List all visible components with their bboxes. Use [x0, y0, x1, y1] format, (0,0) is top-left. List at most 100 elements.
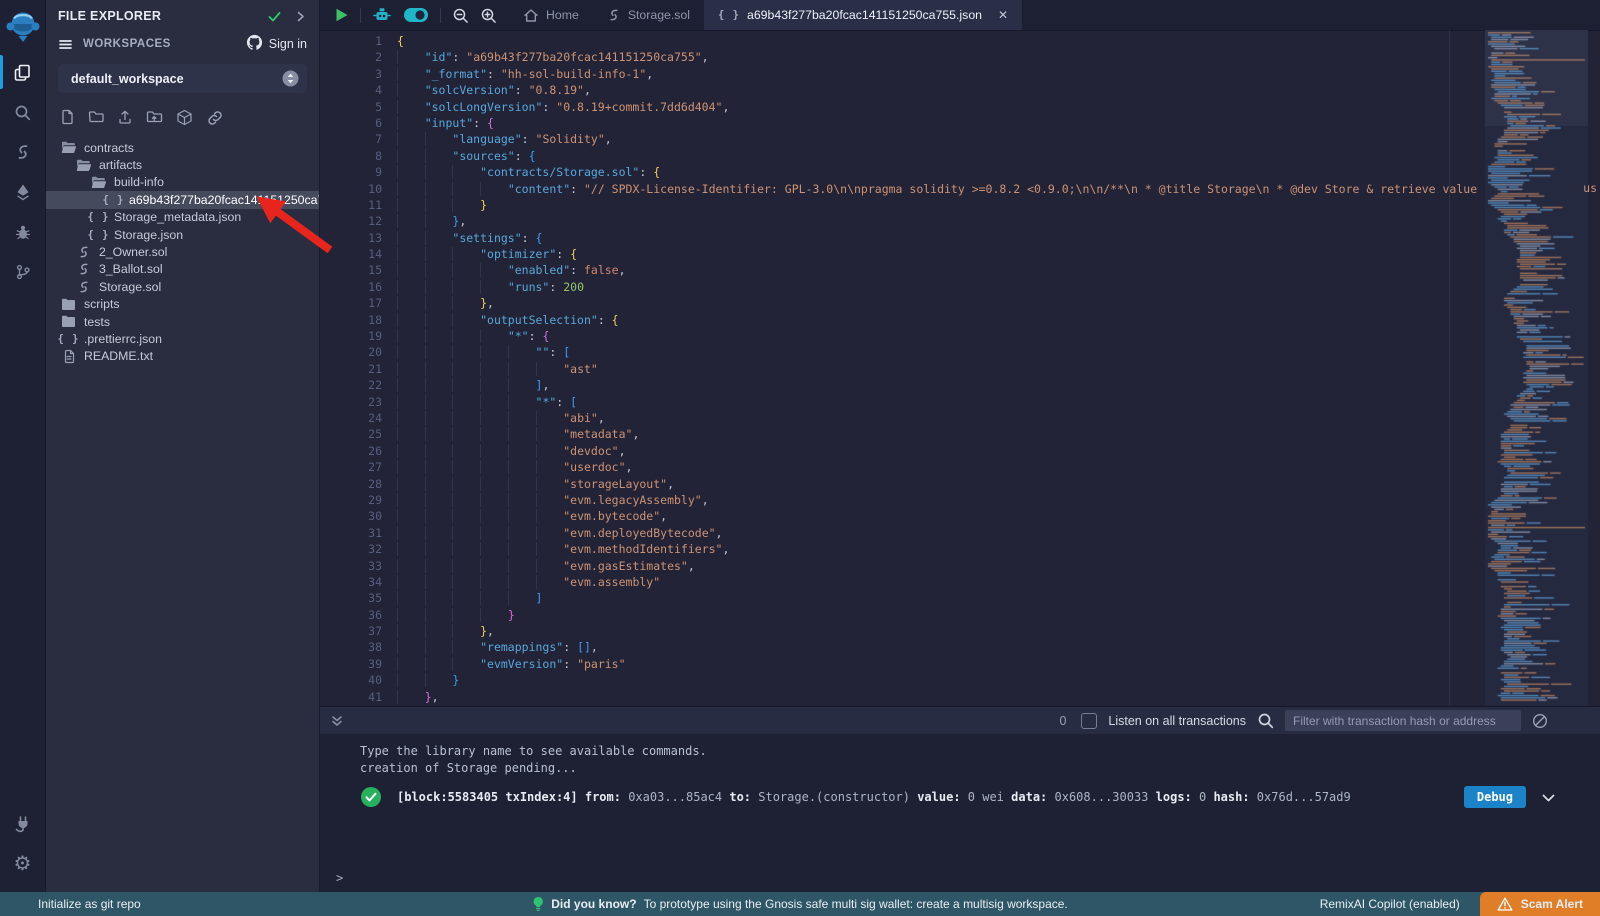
code-line-13: 13 "settings": {	[320, 230, 1600, 246]
tree-item-readme-txt[interactable]: README.txt	[46, 348, 319, 365]
code-line-1: 1{	[320, 33, 1600, 49]
code-line-38: 38 "remappings": [],	[320, 639, 1600, 655]
cube-icon	[176, 109, 193, 127]
activity-remix-logo[interactable]	[0, 4, 46, 52]
code-editor[interactable]: 1{2 "id": "a69b43f277ba20fcac141151250ca…	[320, 30, 1600, 706]
filter-input[interactable]	[1285, 710, 1521, 731]
tree-item-storage-sol[interactable]: Storage.sol	[46, 278, 319, 295]
activity-plugin-manager[interactable]	[0, 804, 46, 844]
terminal-body[interactable]: Type the library name to see available c…	[320, 734, 1600, 892]
sol-file-icon	[607, 8, 621, 22]
tree-item-2-owner-sol[interactable]: 2_Owner.sol	[46, 243, 319, 260]
run-script-button[interactable]	[334, 7, 349, 23]
code-line-41: 41 },	[320, 689, 1600, 705]
link-icon	[206, 109, 224, 127]
listen-checkbox[interactable]	[1081, 713, 1097, 729]
terminal: 0 Listen on all transactions Type the li…	[320, 706, 1600, 892]
activity-source-control[interactable]	[0, 252, 46, 292]
new-folder-icon	[88, 109, 104, 127]
sol-file-icon	[75, 262, 92, 276]
activity-search[interactable]	[0, 92, 46, 132]
upload-folder-icon	[146, 109, 163, 127]
transaction-row[interactable]: [block:5583405 txIndex:4] from: 0xa03...…	[360, 786, 1556, 808]
search-icon	[14, 104, 31, 121]
code-line-23: 23 "*": [	[320, 394, 1600, 410]
code-line-2: 2 "id": "a69b43f277ba20fcac141151250ca75…	[320, 49, 1600, 65]
tip-text: To prototype using the Gnosis safe multi…	[644, 897, 1068, 911]
tree-item-build-info[interactable]: build-info	[46, 174, 319, 191]
tree-item-artifacts[interactable]: artifacts	[46, 156, 319, 173]
code-line-40: 40 }	[320, 672, 1600, 688]
tree-item-prettierrc-json[interactable]: { }.prettierrc.json	[46, 330, 319, 347]
remix-logo-icon	[5, 9, 41, 47]
code-line-35: 35 ]	[320, 590, 1600, 606]
tree-item-3-ballot-sol[interactable]: 3_Ballot.sol	[46, 261, 319, 278]
tree-item-a69b43f277ba20fcac141151250ca7[interactable]: { }a69b43f277ba20fcac141151250ca7...	[46, 191, 319, 208]
debugger-icon	[14, 223, 32, 241]
clear-filter-icon[interactable]	[1532, 713, 1548, 729]
folder-closed-icon	[60, 298, 77, 311]
workspaces-menu-icon[interactable]	[58, 37, 73, 52]
create-new-folder-button[interactable]	[88, 109, 104, 127]
copilot-status[interactable]: RemixAI Copilot (enabled)	[1320, 897, 1460, 911]
debug-button[interactable]: Debug	[1464, 786, 1526, 808]
editor-divider	[1449, 30, 1450, 706]
import-from-url-button[interactable]	[206, 109, 224, 127]
tab-storage-sol[interactable]: Storage.sol	[593, 0, 704, 30]
zoom-out-button[interactable]	[452, 7, 469, 24]
load-from-ipfs-button[interactable]	[176, 109, 193, 127]
zoom-in-button[interactable]	[480, 7, 497, 24]
new-file-icon	[60, 109, 75, 127]
upload-file-button[interactable]	[117, 109, 133, 127]
tree-item-storage-json[interactable]: { }Storage.json	[46, 226, 319, 243]
panel-collapse-icon[interactable]	[294, 10, 307, 23]
code-line-6: 6 "input": {	[320, 115, 1600, 131]
code-line-15: 15 "enabled": false,	[320, 262, 1600, 278]
tree-item-contracts[interactable]: contracts	[46, 139, 319, 156]
remixai-assistant-button[interactable]	[372, 6, 392, 24]
code-line-24: 24 "abi",	[320, 410, 1600, 426]
create-new-file-button[interactable]	[60, 109, 75, 127]
code-line-5: 5 "solcLongVersion": "0.8.19+commit.7dd6…	[320, 99, 1600, 115]
code-line-31: 31 "evm.deployedBytecode",	[320, 525, 1600, 541]
panel-title: FILE EXPLORER	[58, 9, 161, 23]
tree-item-storage-metadata-json[interactable]: { }Storage_metadata.json	[46, 209, 319, 226]
code-line-22: 22 ],	[320, 377, 1600, 393]
sign-in-button[interactable]: Sign in	[246, 34, 307, 54]
bulb-icon	[532, 896, 544, 912]
code-line-27: 27 "userdoc",	[320, 459, 1600, 475]
ai-copilot-toggle-button[interactable]	[403, 7, 429, 23]
activity-settings[interactable]: ⚙	[0, 844, 46, 884]
scam-alert-button[interactable]: Scam Alert	[1480, 892, 1600, 916]
tab-home[interactable]: Home	[509, 0, 593, 30]
remix-ide-window: { "activity_bar": { "top": [ {"name":"re…	[0, 0, 1600, 916]
code-line-21: 21 "ast"	[320, 361, 1600, 377]
terminal-collapse-icon[interactable]	[330, 714, 344, 728]
listen-label[interactable]: Listen on all transactions	[1108, 714, 1246, 728]
upload-folder-button[interactable]	[146, 109, 163, 127]
activity-file-explorer[interactable]	[0, 52, 46, 92]
file-explorer-icon	[13, 63, 32, 82]
close-tab-icon[interactable]: ✕	[998, 8, 1008, 22]
file-text-icon	[60, 349, 77, 364]
code-line-20: 20 "": [	[320, 344, 1600, 360]
minimap[interactable]	[1485, 30, 1588, 706]
terminal-search-icon[interactable]	[1257, 712, 1274, 729]
tab-a69b43f277ba20fcac141151250ca755-json[interactable]: { }a69b43f277ba20fcac141151250ca755.json…	[704, 0, 1022, 30]
code-line-3: 3 "_format": "hh-sol-build-info-1",	[320, 66, 1600, 82]
activity-deploy-and-run[interactable]	[0, 172, 46, 212]
terminal-prompt: >	[336, 871, 343, 885]
tx-expand-icon[interactable]	[1541, 790, 1556, 805]
tree-item-tests[interactable]: tests	[46, 313, 319, 330]
terminal-log-line: Type the library name to see available c…	[360, 743, 1600, 760]
status-bar: Initialize as git repo Did you know? To …	[0, 892, 1600, 916]
terminal-log: Type the library name to see available c…	[320, 734, 1600, 776]
git-init-status[interactable]: Initialize as git repo	[0, 897, 141, 911]
code-line-7: 7 "language": "Solidity",	[320, 131, 1600, 147]
tree-item-scripts[interactable]: scripts	[46, 296, 319, 313]
explorer-toolbar	[46, 97, 319, 133]
file-tree: contractsartifactsbuild-info{ }a69b43f27…	[46, 139, 319, 365]
activity-solidity-compiler[interactable]	[0, 132, 46, 172]
workspace-select[interactable]: default_workspace	[58, 64, 307, 93]
activity-debugger[interactable]	[0, 212, 46, 252]
